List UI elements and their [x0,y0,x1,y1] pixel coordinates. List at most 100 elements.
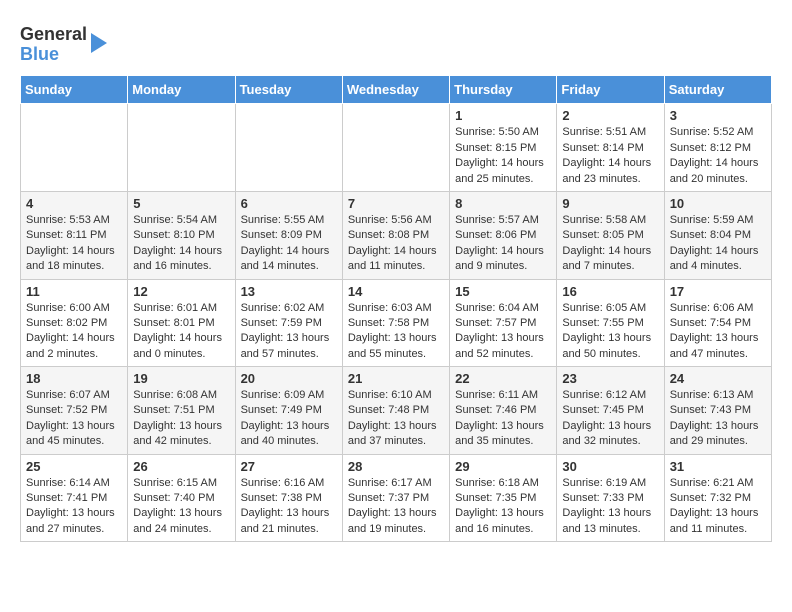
day-detail: Sunrise: 6:09 AM Sunset: 7:49 PM Dayligh… [241,388,337,450]
weekday-header: Friday [557,76,664,104]
day-detail: Sunrise: 6:13 AM Sunset: 7:43 PM Dayligh… [670,388,766,450]
day-number: 28 [348,459,444,474]
day-number: 2 [562,108,658,123]
weekday-header: Thursday [450,76,557,104]
day-detail: Sunrise: 5:54 AM Sunset: 8:10 PM Dayligh… [133,213,229,275]
calendar-week-row: 4 Sunrise: 5:53 AM Sunset: 8:11 PM Daylig… [21,191,772,279]
day-number: 8 [455,196,551,211]
calendar-cell: 5 Sunrise: 5:54 AM Sunset: 8:10 PM Daylig… [128,191,235,279]
calendar-cell: 16 Sunrise: 6:05 AM Sunset: 7:55 PM Dayli… [557,279,664,367]
day-number: 31 [670,459,766,474]
day-detail: Sunrise: 6:04 AM Sunset: 7:57 PM Dayligh… [455,301,551,363]
day-detail: Sunrise: 5:57 AM Sunset: 8:06 PM Dayligh… [455,213,551,275]
weekday-header-row: SundayMondayTuesdayWednesdayThursdayFrid… [21,76,772,104]
calendar-week-row: 1 Sunrise: 5:50 AM Sunset: 8:15 PM Daylig… [21,104,772,192]
calendar-cell: 22 Sunrise: 6:11 AM Sunset: 7:46 PM Dayli… [450,367,557,455]
calendar-cell: 21 Sunrise: 6:10 AM Sunset: 7:48 PM Dayli… [342,367,449,455]
day-number: 18 [26,371,122,386]
calendar-cell: 6 Sunrise: 5:55 AM Sunset: 8:09 PM Daylig… [235,191,342,279]
calendar-cell: 19Sunrise: 6:08 AM Sunset: 7:51 PM Dayli… [128,367,235,455]
calendar-table: SundayMondayTuesdayWednesdayThursdayFrid… [20,75,772,542]
logo-line2: Blue [20,44,59,64]
day-detail: Sunrise: 6:16 AM Sunset: 7:38 PM Dayligh… [241,476,337,538]
day-number: 21 [348,371,444,386]
day-detail: Sunrise: 5:53 AM Sunset: 8:11 PM Dayligh… [26,213,122,275]
calendar-cell: 18 Sunrise: 6:07 AM Sunset: 7:52 PM Dayli… [21,367,128,455]
day-detail: Sunrise: 6:07 AM Sunset: 7:52 PM Dayligh… [26,388,122,450]
calendar-cell: 23Sunrise: 6:12 AM Sunset: 7:45 PM Dayli… [557,367,664,455]
calendar-cell: 11Sunrise: 6:00 AM Sunset: 8:02 PM Dayli… [21,279,128,367]
calendar-cell [342,104,449,192]
day-number: 29 [455,459,551,474]
weekday-header: Tuesday [235,76,342,104]
day-number: 3 [670,108,766,123]
day-detail: Sunrise: 5:51 AM Sunset: 8:14 PM Dayligh… [562,125,658,187]
calendar-cell: 26 Sunrise: 6:15 AM Sunset: 7:40 PM Dayli… [128,454,235,542]
day-number: 22 [455,371,551,386]
calendar-cell: 2 Sunrise: 5:51 AM Sunset: 8:14 PM Daylig… [557,104,664,192]
day-number: 11 [26,284,122,299]
weekday-header: Wednesday [342,76,449,104]
calendar-week-row: 25Sunrise: 6:14 AM Sunset: 7:41 PM Dayli… [21,454,772,542]
calendar-cell: 24 Sunrise: 6:13 AM Sunset: 7:43 PM Dayli… [664,367,771,455]
day-number: 20 [241,371,337,386]
day-number: 23 [562,371,658,386]
calendar-cell: 28 Sunrise: 6:17 AM Sunset: 7:37 PM Dayli… [342,454,449,542]
day-detail: Sunrise: 6:01 AM Sunset: 8:01 PM Dayligh… [133,301,229,363]
day-detail: Sunrise: 6:02 AM Sunset: 7:59 PM Dayligh… [241,301,337,363]
day-number: 16 [562,284,658,299]
day-detail: Sunrise: 6:15 AM Sunset: 7:40 PM Dayligh… [133,476,229,538]
day-detail: Sunrise: 5:55 AM Sunset: 8:09 PM Dayligh… [241,213,337,275]
day-number: 4 [26,196,122,211]
calendar-cell: 14 Sunrise: 6:03 AM Sunset: 7:58 PM Dayli… [342,279,449,367]
day-number: 6 [241,196,337,211]
day-number: 5 [133,196,229,211]
calendar-cell: 29 Sunrise: 6:18 AM Sunset: 7:35 PM Dayli… [450,454,557,542]
day-detail: Sunrise: 6:19 AM Sunset: 7:33 PM Dayligh… [562,476,658,538]
calendar-cell: 17 Sunrise: 6:06 AM Sunset: 7:54 PM Dayli… [664,279,771,367]
day-detail: Sunrise: 6:18 AM Sunset: 7:35 PM Dayligh… [455,476,551,538]
day-detail: Sunrise: 5:58 AM Sunset: 8:05 PM Dayligh… [562,213,658,275]
calendar-cell: 31Sunrise: 6:21 AM Sunset: 7:32 PM Dayli… [664,454,771,542]
logo-line1: GeneralBlue [20,24,87,64]
day-number: 1 [455,108,551,123]
day-number: 15 [455,284,551,299]
day-detail: Sunrise: 5:52 AM Sunset: 8:12 PM Dayligh… [670,125,766,187]
day-detail: Sunrise: 5:50 AM Sunset: 8:15 PM Dayligh… [455,125,551,187]
day-detail: Sunrise: 6:03 AM Sunset: 7:58 PM Dayligh… [348,301,444,363]
weekday-header: Sunday [21,76,128,104]
calendar-cell [235,104,342,192]
header: GeneralBlue [20,20,772,65]
calendar-week-row: 18 Sunrise: 6:07 AM Sunset: 7:52 PM Dayli… [21,367,772,455]
calendar-cell: 30 Sunrise: 6:19 AM Sunset: 7:33 PM Dayli… [557,454,664,542]
day-detail: Sunrise: 6:05 AM Sunset: 7:55 PM Dayligh… [562,301,658,363]
day-number: 26 [133,459,229,474]
calendar-cell: 27 Sunrise: 6:16 AM Sunset: 7:38 PM Dayli… [235,454,342,542]
day-number: 24 [670,371,766,386]
day-number: 10 [670,196,766,211]
day-number: 14 [348,284,444,299]
day-number: 19 [133,371,229,386]
logo-arrow-icon [91,33,107,53]
calendar-cell: 12 Sunrise: 6:01 AM Sunset: 8:01 PM Dayli… [128,279,235,367]
calendar-cell: 4 Sunrise: 5:53 AM Sunset: 8:11 PM Daylig… [21,191,128,279]
day-detail: Sunrise: 6:11 AM Sunset: 7:46 PM Dayligh… [455,388,551,450]
day-detail: Sunrise: 5:56 AM Sunset: 8:08 PM Dayligh… [348,213,444,275]
day-number: 17 [670,284,766,299]
day-detail: Sunrise: 6:14 AM Sunset: 7:41 PM Dayligh… [26,476,122,538]
day-number: 9 [562,196,658,211]
day-number: 12 [133,284,229,299]
calendar-cell: 9 Sunrise: 5:58 AM Sunset: 8:05 PM Daylig… [557,191,664,279]
day-number: 7 [348,196,444,211]
calendar-cell: 10Sunrise: 5:59 AM Sunset: 8:04 PM Dayli… [664,191,771,279]
day-number: 27 [241,459,337,474]
logo: GeneralBlue [20,25,107,65]
day-detail: Sunrise: 6:06 AM Sunset: 7:54 PM Dayligh… [670,301,766,363]
day-detail: Sunrise: 6:10 AM Sunset: 7:48 PM Dayligh… [348,388,444,450]
day-detail: Sunrise: 6:17 AM Sunset: 7:37 PM Dayligh… [348,476,444,538]
day-number: 30 [562,459,658,474]
calendar-cell [128,104,235,192]
calendar-cell: 8 Sunrise: 5:57 AM Sunset: 8:06 PM Daylig… [450,191,557,279]
calendar-week-row: 11Sunrise: 6:00 AM Sunset: 8:02 PM Dayli… [21,279,772,367]
calendar-cell: 25Sunrise: 6:14 AM Sunset: 7:41 PM Dayli… [21,454,128,542]
